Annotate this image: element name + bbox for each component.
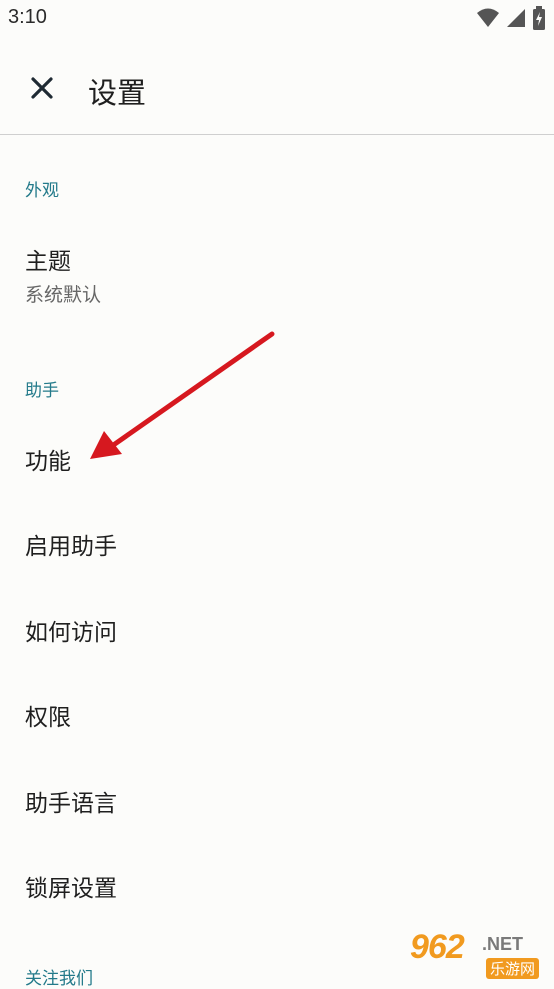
item-title: 锁屏设置 [25, 876, 117, 902]
watermark-suffix: .NET [482, 934, 524, 954]
page-title: 设置 [88, 76, 147, 110]
status-time: 3:10 [8, 6, 47, 28]
item-title: 如何访问 [25, 620, 117, 646]
item-title: 主题 [25, 249, 71, 275]
settings-item-features[interactable]: 功能 [0, 418, 554, 498]
battery-icon [533, 6, 545, 30]
close-button[interactable] [22, 68, 62, 108]
section-header-follow-us: 关注我们 [25, 969, 93, 989]
section-header-assistant: 助手 [25, 381, 59, 401]
status-bar: 3:10 [0, 0, 554, 40]
item-subtitle: 系统默认 [25, 284, 102, 306]
status-icons [476, 6, 546, 30]
settings-item-permissions[interactable]: 权限 [0, 674, 554, 754]
item-title: 功能 [25, 449, 71, 475]
watermark-number: 962 [410, 928, 465, 966]
app-bar: 设置 [0, 40, 554, 135]
settings-item-lock-screen-settings[interactable]: 锁屏设置 [0, 845, 554, 925]
close-icon [31, 77, 53, 99]
settings-item-how-to-access[interactable]: 如何访问 [0, 589, 554, 669]
watermark-cn: 乐游网 [486, 958, 540, 979]
item-title: 权限 [25, 705, 71, 731]
item-title: 助手语言 [25, 791, 117, 817]
settings-item-theme[interactable]: 主题 系统默认 [0, 222, 554, 322]
settings-item-enable-assistant[interactable]: 启用助手 [0, 503, 554, 583]
settings-item-assistant-language[interactable]: 助手语言 [0, 760, 554, 840]
cell-signal-icon [507, 9, 525, 27]
wifi-icon [477, 8, 499, 27]
section-header-appearance: 外观 [25, 181, 59, 201]
item-title: 启用助手 [25, 534, 117, 560]
watermark-logo: 962 .NET 乐游网 [410, 928, 548, 982]
